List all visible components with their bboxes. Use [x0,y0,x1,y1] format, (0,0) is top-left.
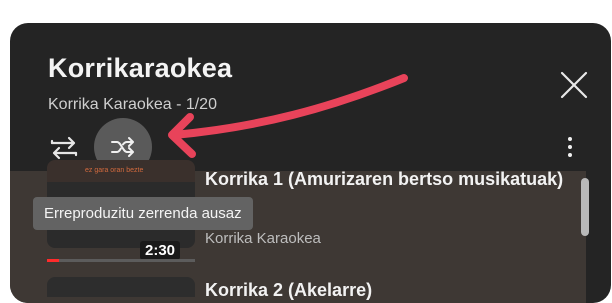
watch-progress-fill [47,259,59,262]
close-button[interactable] [556,67,592,103]
video-thumbnail-2[interactable] [47,277,195,297]
close-icon [560,71,588,99]
shuffle-tooltip: Erreproduzitu zerrenda ausaz [33,197,253,230]
more-options-button[interactable] [560,127,580,167]
song-title-2[interactable]: Korrika 2 (Akelarre) [205,280,372,301]
more-vertical-icon [568,137,572,141]
video-duration: 2:30 [140,241,181,260]
playlist-subtitle: Korrika Karaokea - 1/20 [48,96,217,113]
more-vertical-icon-dot [568,153,572,157]
playlist-title: Korrikaraokea [48,53,233,83]
song-artist[interactable]: Korrika Karaokea [205,230,321,247]
scrollbar-thumb[interactable] [581,178,589,236]
thumbnail-caption: ez gara oran bezte [85,167,144,174]
shuffle-icon [111,137,134,157]
song-title[interactable]: Korrika 1 (Amurizaren bertso musikatuak) [205,164,565,194]
thumbnail-banner: ez gara oran bezte [47,160,195,182]
more-vertical-icon-dot [568,145,572,149]
watch-progress [47,259,195,262]
